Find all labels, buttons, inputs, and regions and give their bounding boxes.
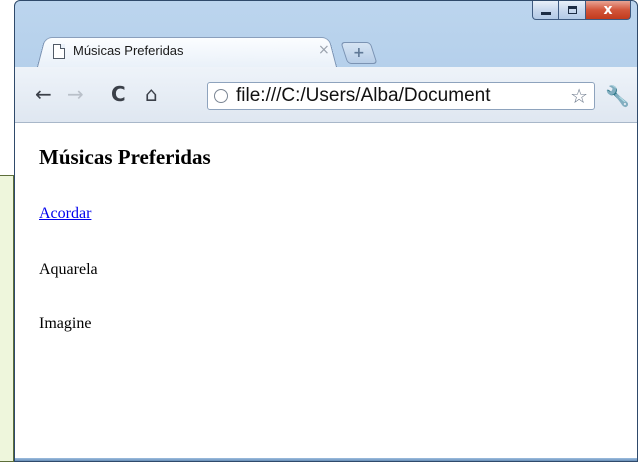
tab-close-icon[interactable]: ×: [318, 42, 330, 58]
page-icon: [53, 44, 65, 59]
back-icon[interactable]: ←: [35, 83, 52, 105]
minimize-button[interactable]: [532, 1, 559, 20]
minimize-icon: [540, 11, 551, 15]
close-icon: x: [603, 2, 613, 18]
forward-icon[interactable]: →: [67, 83, 84, 105]
tab-title: Músicas Preferidas: [73, 43, 184, 58]
home-icon[interactable]: ⌂: [145, 83, 158, 105]
browser-window: x Músicas Preferidas × + ← → C ⌂ file://…: [14, 0, 638, 462]
song-imagine: Imagine: [39, 315, 92, 332]
url-text: file:///C:/Users/Alba/Document: [236, 85, 491, 106]
star-icon[interactable]: ☆: [568, 84, 588, 108]
maximize-icon: [567, 6, 577, 14]
page-title: Músicas Preferidas: [39, 145, 211, 169]
maximize-button[interactable]: [559, 1, 586, 20]
song-link-acordar[interactable]: Acordar: [39, 205, 91, 223]
song-aquarela: Aquarela: [39, 261, 98, 278]
page-content: Músicas Preferidas Acordar Aquarela Imag…: [15, 123, 637, 461]
close-window-button[interactable]: x: [586, 1, 631, 20]
wrench-icon[interactable]: 🔧: [605, 84, 630, 108]
reload-icon[interactable]: C: [111, 83, 126, 105]
tab-musicas-preferidas[interactable]: Músicas Preferidas ×: [37, 35, 337, 67]
background-window-edge: [0, 175, 14, 462]
globe-icon: [214, 89, 228, 103]
window-controls: x: [532, 1, 631, 21]
toolbar: ← → C ⌂ file:///C:/Users/Alba/Document ☆…: [15, 67, 637, 123]
new-tab-button[interactable]: +: [340, 42, 378, 64]
plus-icon: +: [353, 45, 365, 61]
address-bar[interactable]: file:///C:/Users/Alba/Document ☆: [207, 82, 595, 110]
window-bottom-border: [15, 458, 637, 461]
